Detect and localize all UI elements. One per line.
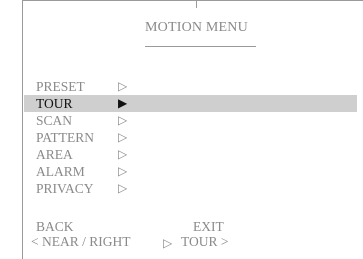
menu-item-label: AREA — [36, 147, 73, 162]
submenu-arrow-icon: ▶ — [118, 96, 128, 110]
menu-item-label: PRIVACY — [36, 181, 94, 196]
frame-top-border — [22, 0, 363, 1]
menu-title: MOTION MENU — [145, 20, 248, 35]
exit-button[interactable]: EXIT — [193, 219, 224, 235]
submenu-arrow-icon: ▷ — [118, 181, 128, 195]
submenu-arrow-icon: ▷ — [118, 113, 128, 127]
menu-item-alarm[interactable]: ALARM ▷ — [0, 163, 363, 180]
menu-item-area[interactable]: AREA ▷ — [0, 146, 363, 163]
frame-notch — [196, 0, 197, 8]
motion-menu-list: PRESET ▷ TOUR ▶ SCAN ▷ PATTERN ▷ AREA ▷ … — [0, 78, 363, 197]
menu-item-label: TOUR — [36, 96, 73, 111]
menu-item-privacy[interactable]: PRIVACY ▷ — [0, 180, 363, 197]
menu-item-preset[interactable]: PRESET ▷ — [0, 78, 363, 95]
submenu-arrow-icon: ▷ — [118, 130, 128, 144]
nav-hint-left: < NEAR / RIGHT — [31, 234, 131, 249]
submenu-arrow-icon: ▷ — [118, 79, 128, 93]
menu-item-scan[interactable]: SCAN ▷ — [0, 112, 363, 129]
menu-item-tour[interactable]: TOUR ▶ — [24, 95, 357, 112]
nav-hint-right: TOUR > — [181, 234, 229, 249]
back-button[interactable]: BACK — [36, 219, 74, 235]
menu-item-label: PATTERN — [36, 130, 95, 145]
nav-arrow-icon: ▷ — [163, 236, 173, 250]
title-underline — [145, 46, 256, 47]
submenu-arrow-icon: ▷ — [118, 164, 128, 178]
menu-item-label: SCAN — [36, 113, 73, 128]
submenu-arrow-icon: ▷ — [118, 147, 128, 161]
menu-item-label: PRESET — [36, 79, 85, 94]
menu-item-label: ALARM — [36, 164, 85, 179]
menu-item-pattern[interactable]: PATTERN ▷ — [0, 129, 363, 146]
